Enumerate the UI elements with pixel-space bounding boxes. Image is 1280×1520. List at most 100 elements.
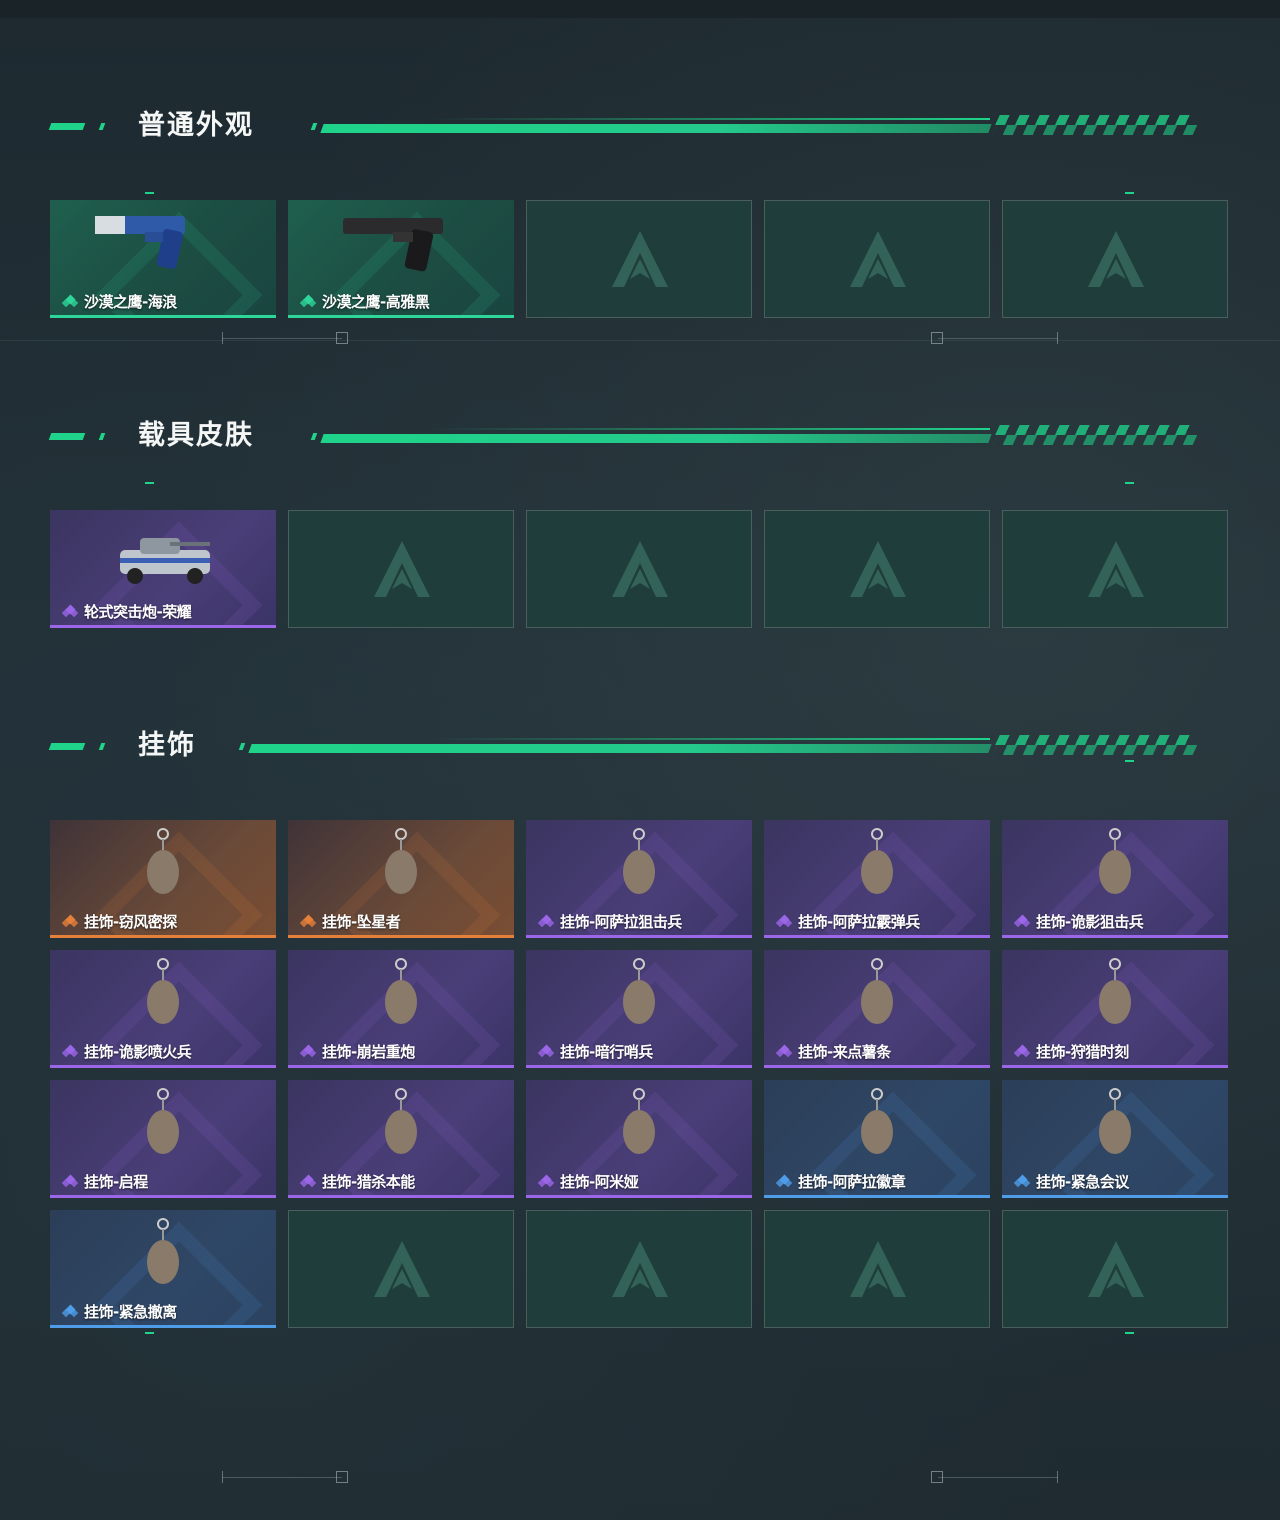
item-card[interactable]: 沙漠之鹰-海浪 [50,200,276,318]
item-card[interactable]: 轮式突击炮-荣耀 [50,510,276,628]
item-label: 挂饰-阿萨拉霰弹兵 [798,913,920,931]
item-card[interactable]: 挂饰-阿萨拉霰弹兵 [764,820,990,938]
section-title: 挂饰 [138,730,196,761]
header-bar [320,434,992,443]
rarity-bar [764,935,990,938]
item-label: 沙漠之鹰-海浪 [84,293,177,311]
rarity-bar [50,625,276,628]
empty-slot [526,510,752,628]
rarity-bar [288,1195,514,1198]
rarity-gem-icon [775,1044,794,1060]
rarity-bar [764,1065,990,1068]
rarity-gem-icon [61,1174,80,1190]
placeholder-logo-icon [848,539,908,601]
rarity-gem-icon [775,914,794,930]
rarity-bar [526,1065,752,1068]
rarity-gem-icon [61,604,80,620]
item-card[interactable]: 挂饰-紧急撤离 [50,1210,276,1328]
item-label: 沙漠之鹰-高雅黑 [322,293,430,311]
rarity-bar [50,1195,276,1198]
item-label: 挂饰-窃风密探 [84,913,177,931]
item-card[interactable]: 挂饰-阿萨拉徽章 [764,1080,990,1198]
header-bar [320,124,992,133]
section-header: 载具皮肤 [48,420,1200,452]
rarity-gem-icon [537,1174,556,1190]
header-checker [992,435,1198,445]
placeholder-logo-icon [372,1239,432,1301]
rarity-gem-icon [61,1044,80,1060]
empty-slot [288,510,514,628]
item-label: 挂饰-诡影狙击兵 [1036,913,1144,931]
header-checker [992,125,1198,135]
item-label: 挂饰-猎杀本能 [322,1173,415,1191]
rarity-gem-icon [1013,914,1032,930]
empty-slot [1002,200,1228,318]
rarity-bar [1002,1195,1228,1198]
item-card[interactable]: 挂饰-狩猎时刻 [1002,950,1228,1068]
section-title: 载具皮肤 [138,420,254,451]
header-bar [248,744,992,753]
item-label: 轮式突击炮-荣耀 [84,603,192,621]
item-label: 挂饰-阿萨拉徽章 [798,1173,906,1191]
item-card[interactable]: 挂饰-崩岩重炮 [288,950,514,1068]
item-card[interactable]: 挂饰-窃风密探 [50,820,276,938]
item-label: 挂饰-紧急撤离 [84,1303,177,1321]
rarity-gem-icon [1013,1044,1032,1060]
empty-slot [764,1210,990,1328]
item-label: 挂饰-启程 [84,1173,148,1191]
item-label: 挂饰-狩猎时刻 [1036,1043,1129,1061]
item-card[interactable]: 挂饰-阿萨拉狙击兵 [526,820,752,938]
empty-slot [288,1210,514,1328]
header-dash [238,743,246,750]
item-card[interactable]: 挂饰-紧急会议 [1002,1080,1228,1198]
rarity-gem-icon [299,1044,318,1060]
rarity-gem-icon [537,914,556,930]
item-card[interactable]: 挂饰-坠星者 [288,820,514,938]
header-dash [48,433,86,440]
placeholder-logo-icon [848,1239,908,1301]
placeholder-logo-icon [610,229,670,291]
section-header: 挂饰 [48,730,1200,762]
item-card[interactable]: 挂饰-诡影狙击兵 [1002,820,1228,938]
rarity-gem-icon [299,1174,318,1190]
item-card[interactable]: 挂饰-来点薯条 [764,950,990,1068]
empty-slot [526,200,752,318]
header-dash [98,743,106,750]
rarity-gem-icon [61,914,80,930]
item-label: 挂饰-阿米娅 [560,1173,639,1191]
header-dash [310,433,318,440]
item-card[interactable]: 挂饰-暗行哨兵 [526,950,752,1068]
rarity-bar [764,1195,990,1198]
item-card[interactable]: 挂饰-猎杀本能 [288,1080,514,1198]
item-label: 挂饰-崩岩重炮 [322,1043,415,1061]
rarity-gem-icon [537,1044,556,1060]
item-label: 挂饰-坠星者 [322,913,401,931]
rarity-bar [526,1195,752,1198]
rarity-gem-icon [61,1304,80,1320]
item-label: 挂饰-暗行哨兵 [560,1043,653,1061]
rarity-bar [288,935,514,938]
item-card[interactable]: 挂饰-阿米娅 [526,1080,752,1198]
placeholder-logo-icon [610,1239,670,1301]
rarity-gem-icon [299,914,318,930]
header-dash [98,123,106,130]
rarity-bar [50,935,276,938]
rarity-bar [1002,1065,1228,1068]
item-card[interactable]: 沙漠之鹰-高雅黑 [288,200,514,318]
empty-slot [1002,510,1228,628]
header-thin-line [430,428,990,430]
empty-slot [526,1210,752,1328]
empty-slot [764,200,990,318]
header-dash [98,433,106,440]
rarity-bar [50,315,276,318]
header-dash [48,743,86,750]
item-label: 挂饰-阿萨拉狙击兵 [560,913,682,931]
header-thin-line [430,738,990,740]
section-title: 普通外观 [138,110,254,141]
item-card[interactable]: 挂饰-诡影喷火兵 [50,950,276,1068]
placeholder-logo-icon [1086,539,1146,601]
rarity-gem-icon [299,294,318,310]
section-header: 普通外观 [48,110,1200,142]
rarity-bar [50,1325,276,1328]
item-card[interactable]: 挂饰-启程 [50,1080,276,1198]
